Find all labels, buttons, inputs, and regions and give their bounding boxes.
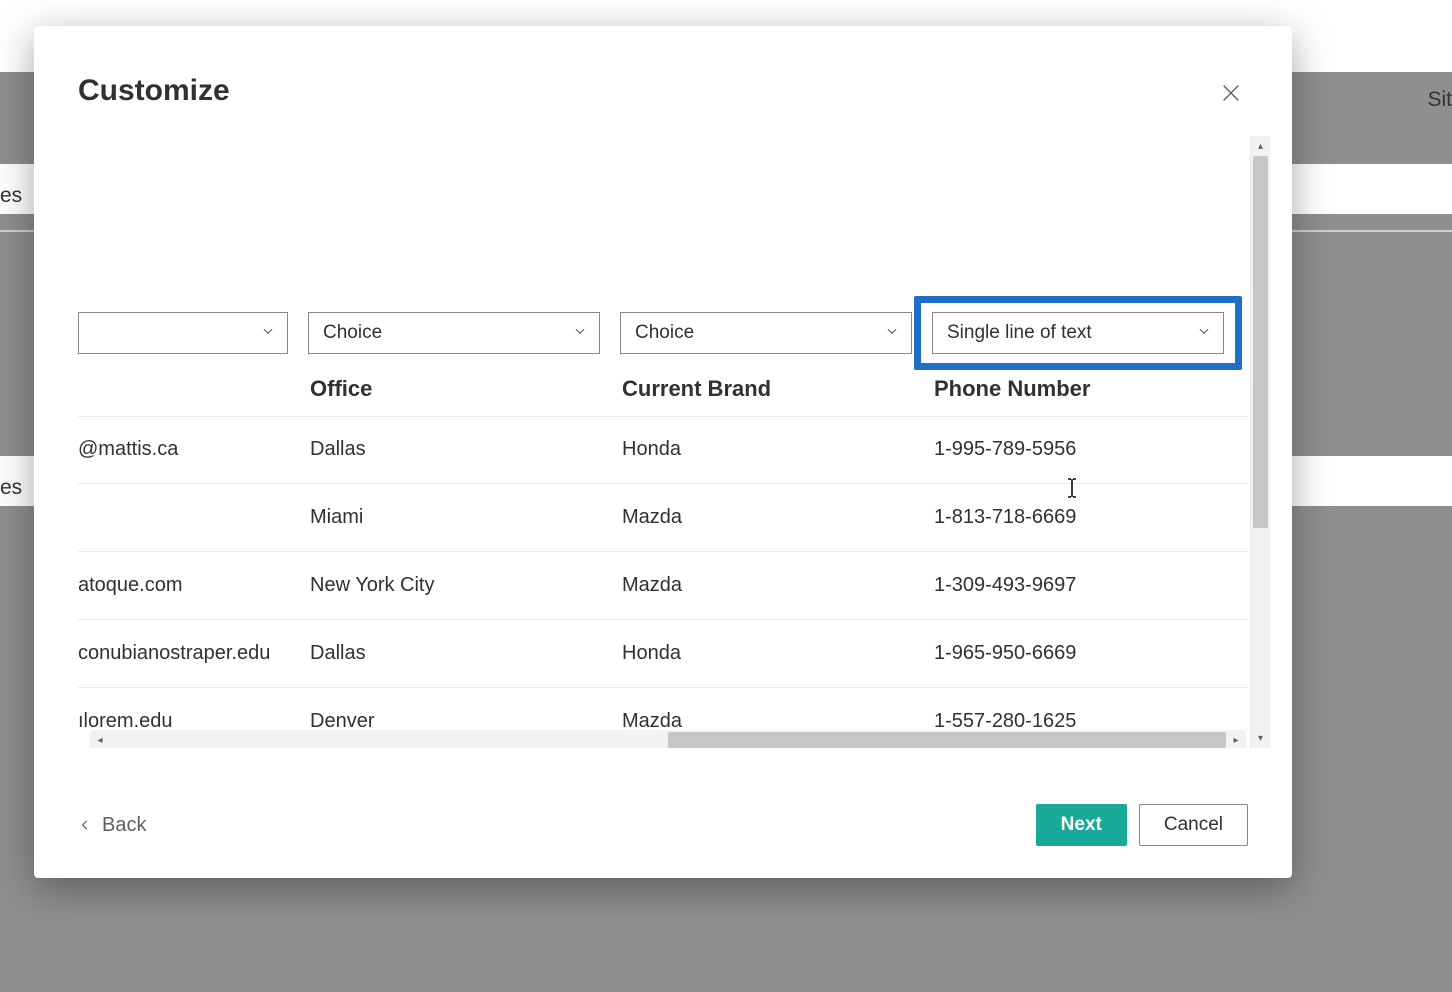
cell-email: atoque.com [78, 574, 310, 597]
scroll-up-arrow[interactable]: ▴ [1251, 136, 1271, 156]
cell-brand: Mazda [622, 506, 934, 529]
next-label: Next [1061, 814, 1102, 836]
grid-area: Choice Choice Single line of text [78, 136, 1248, 748]
column-type-wrap: Choice [620, 312, 912, 354]
bg-text: es [0, 476, 22, 500]
header-brand: Current Brand [622, 376, 934, 402]
customize-modal: Customize Choice [34, 26, 1292, 878]
dropdown-value: Choice [635, 322, 694, 344]
column-type-dropdown-3[interactable]: Choice [620, 312, 912, 354]
cell-office: Miami [310, 506, 622, 529]
dropdown-value: Single line of text [947, 322, 1092, 344]
cell-brand: Honda [622, 642, 934, 665]
modal-body: Customize Choice [34, 26, 1292, 878]
chevron-down-icon [885, 322, 899, 344]
header-office: Office [310, 376, 622, 402]
column-headers: Office Current Brand Phone Number [78, 376, 1248, 417]
cell-email: conubianostraper.edu [78, 642, 310, 665]
back-button[interactable]: Back [78, 814, 146, 837]
close-icon [1220, 82, 1242, 104]
chevron-down-icon [573, 322, 587, 344]
cell-brand: Honda [622, 438, 934, 461]
cell-office: Dallas [310, 642, 622, 665]
scroll-left-arrow[interactable]: ◂ [90, 730, 110, 748]
column-type-wrap-highlighted: Single line of text [932, 312, 1224, 354]
next-button[interactable]: Next [1036, 804, 1127, 846]
cell-phone: 1-965-950-6669 [934, 642, 1248, 665]
table-row: Miami Mazda 1-813-718-6669 [78, 484, 1248, 552]
cell-office: Dallas [310, 438, 622, 461]
bg-text: es [0, 184, 22, 208]
back-label: Back [102, 814, 146, 837]
cell-email: @mattis.ca [78, 438, 310, 461]
close-button[interactable] [1214, 76, 1248, 110]
cell-phone: 1-995-789-5956 [934, 438, 1248, 461]
modal-footer: Back Next Cancel [78, 804, 1248, 846]
scroll-thumb[interactable] [1253, 156, 1268, 528]
table-row: @mattis.ca Dallas Honda 1-995-789-5956 [78, 416, 1248, 484]
scroll-track[interactable] [110, 730, 1226, 748]
chevron-left-icon [78, 818, 92, 832]
bg-text: Sit [1427, 88, 1452, 112]
cell-phone: 1-309-493-9697 [934, 574, 1248, 597]
column-type-dropdown-4[interactable]: Single line of text [932, 312, 1224, 354]
chevron-down-icon [1197, 322, 1211, 344]
chevron-down-icon [261, 322, 275, 344]
cancel-button[interactable]: Cancel [1139, 804, 1248, 846]
cell-brand: Mazda [622, 574, 934, 597]
horizontal-scrollbar[interactable]: ◂ ▸ [90, 730, 1246, 748]
header-phone: Phone Number [934, 376, 1248, 402]
cell-phone: 1-813-718-6669 [934, 506, 1248, 529]
scroll-track[interactable] [1251, 156, 1270, 728]
scroll-right-arrow[interactable]: ▸ [1226, 730, 1246, 748]
column-type-wrap: Choice [308, 312, 600, 354]
scroll-down-arrow[interactable]: ▾ [1251, 728, 1271, 748]
footer-buttons: Next Cancel [1036, 804, 1248, 846]
content-scroll-region: Choice Choice Single line of text [78, 136, 1270, 748]
vertical-scrollbar[interactable]: ▴ ▾ [1250, 136, 1270, 748]
column-type-dropdown-1[interactable] [78, 312, 288, 354]
header-email [78, 376, 310, 402]
column-type-wrap [78, 312, 288, 354]
column-type-dropdown-2[interactable]: Choice [308, 312, 600, 354]
table-row: conubianostraper.edu Dallas Honda 1-965-… [78, 620, 1248, 688]
column-type-row: Choice Choice Single line of text [78, 312, 1248, 354]
dropdown-value: Choice [323, 322, 382, 344]
table-row: atoque.com New York City Mazda 1-309-493… [78, 552, 1248, 620]
table-body: @mattis.ca Dallas Honda 1-995-789-5956 M… [78, 416, 1248, 748]
cell-office: New York City [310, 574, 622, 597]
modal-title: Customize [78, 74, 1248, 108]
scroll-thumb[interactable] [668, 732, 1226, 748]
cancel-label: Cancel [1164, 814, 1223, 836]
